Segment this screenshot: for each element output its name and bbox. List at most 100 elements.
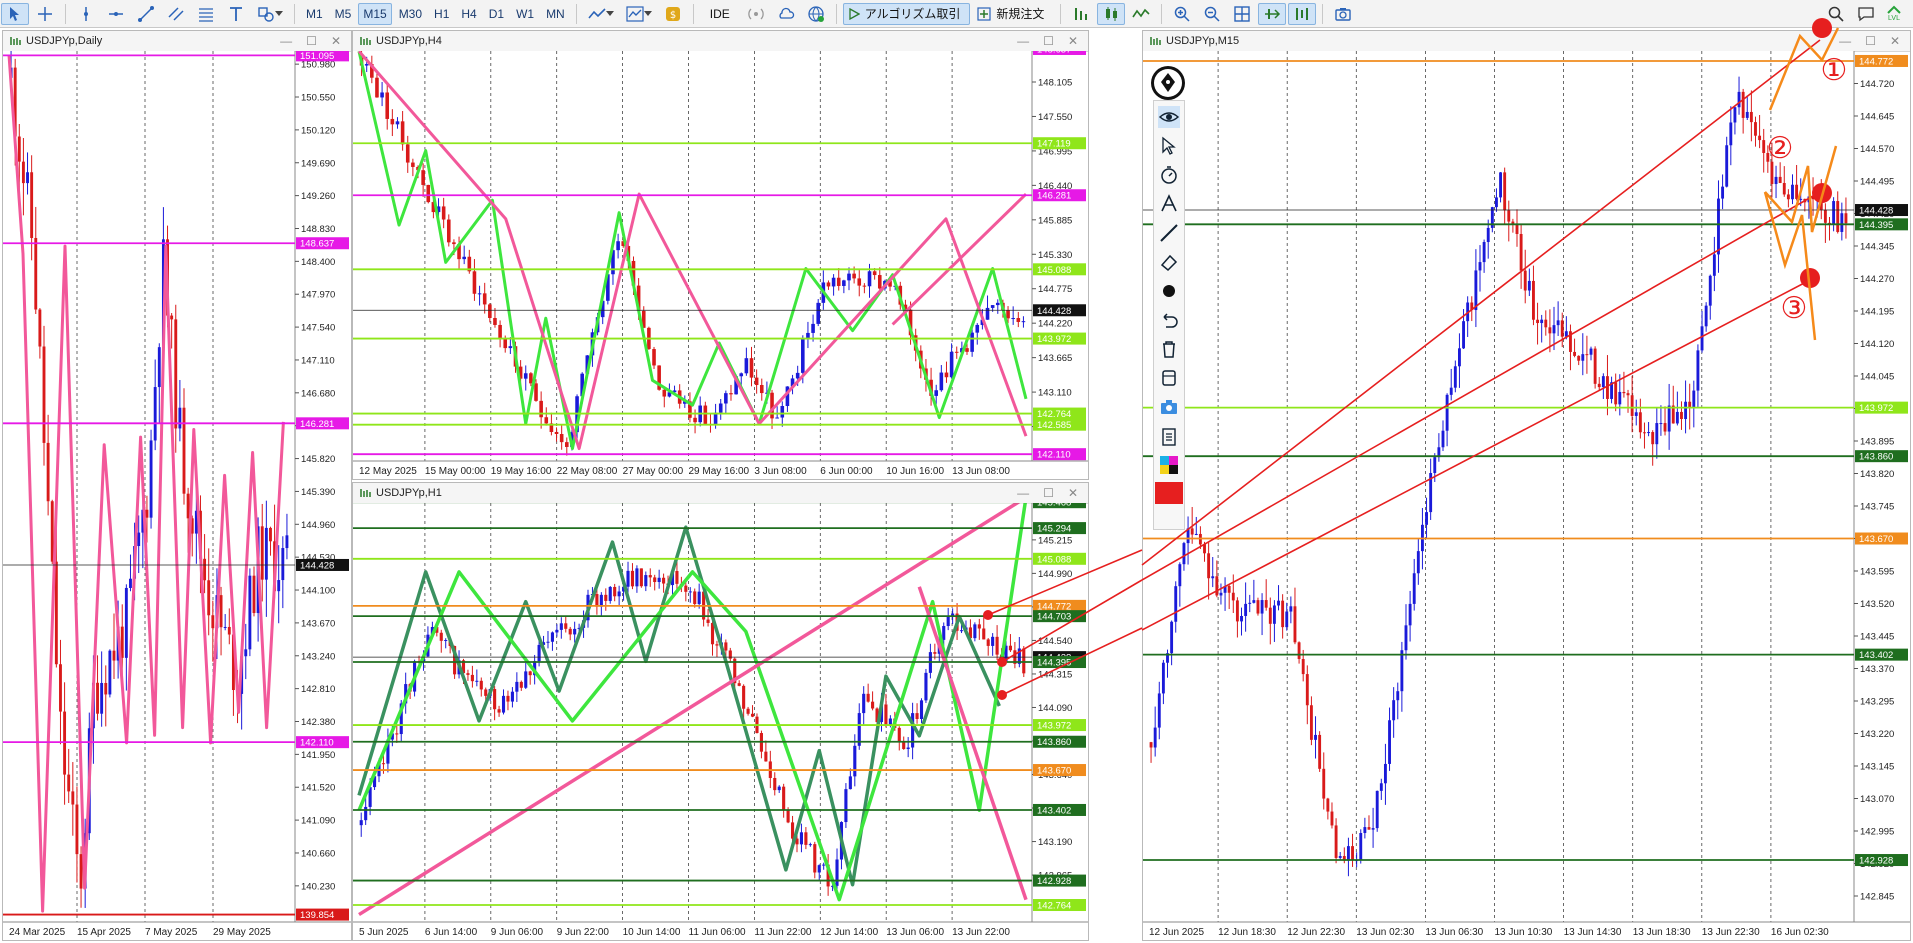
horizontal-line-button[interactable] xyxy=(102,3,130,25)
vps-button[interactable] xyxy=(802,3,830,25)
chart-plot-area[interactable]: 12 May 2025 15 May 00:00 19 May 16:00 22 Ma… xyxy=(353,51,1088,479)
candle-body xyxy=(942,626,946,640)
minimize-icon[interactable]: — xyxy=(280,34,292,48)
market-button[interactable]: $ xyxy=(659,3,687,25)
candle-body xyxy=(1363,827,1367,833)
close-icon[interactable]: ✕ xyxy=(1068,34,1078,48)
close-icon[interactable]: ✕ xyxy=(331,34,341,48)
timeframe-d1-button[interactable]: D1 xyxy=(484,3,509,25)
level-price-label: 142.764 xyxy=(1037,901,1071,912)
chart-window-daily[interactable]: USDJPYp,Daily — ☐ ✕ 24 Mar 2025 15 Apr 20… xyxy=(2,30,352,941)
minimize-icon[interactable]: — xyxy=(1839,34,1851,48)
candle-body xyxy=(380,92,384,98)
candle-body xyxy=(244,649,248,657)
zoom-in-button[interactable] xyxy=(1168,3,1196,25)
text-tool[interactable] xyxy=(1157,192,1181,216)
level-price-label: 148.637 xyxy=(1037,51,1071,55)
color-palette-tool[interactable] xyxy=(1157,453,1181,477)
one-click-trading-button[interactable] xyxy=(1067,3,1095,25)
screenshot-button[interactable] xyxy=(1329,3,1357,25)
candle-body xyxy=(718,403,723,413)
chart-window-h1[interactable]: USDJPYp,H1 — ☐ ✕ 5 Jun 2025 6 Jun 14:00 9 … xyxy=(352,482,1089,941)
chart-type-button[interactable] xyxy=(583,3,619,25)
chart-window-m15[interactable]: USDJPYp,M15 — ☐ ✕ 12 Jun 2025 12 Jun 18:3… xyxy=(1142,30,1911,941)
window-titlebar[interactable]: USDJPYp,H1 — ☐ ✕ xyxy=(353,483,1088,504)
new-order-button[interactable]: 新規注文 xyxy=(972,3,1054,25)
window-titlebar[interactable]: USDJPYp,M15 — ☐ ✕ xyxy=(1143,31,1910,52)
chart-canvas[interactable]: 5 Jun 2025 6 Jun 14:00 9 Jun 06:00 9 Jun 22… xyxy=(353,503,1088,940)
shapes-dropdown-button[interactable] xyxy=(252,3,288,25)
chart-plot-area[interactable]: 5 Jun 2025 6 Jun 14:00 9 Jun 06:00 9 Jun 22… xyxy=(353,503,1088,940)
messages-button[interactable] xyxy=(1852,3,1880,25)
chart-window-h4[interactable]: USDJPYp,H4 — ☐ ✕ 12 May 2025 15 May 00:00… xyxy=(352,30,1089,480)
screenshot-tool[interactable] xyxy=(1157,395,1181,419)
level-price-label: 143.972 xyxy=(1859,403,1893,414)
text-tool-button[interactable] xyxy=(222,3,250,25)
window-titlebar[interactable]: USDJPYp,H4 — ☐ ✕ xyxy=(353,31,1088,52)
visibility-tool[interactable] xyxy=(1157,105,1181,129)
chart-canvas[interactable]: 12 May 2025 15 May 00:00 19 May 16:00 22 Ma… xyxy=(353,51,1088,479)
maximize-icon[interactable]: ☐ xyxy=(306,34,317,48)
chart-plot-area[interactable]: 24 Mar 2025 15 Apr 2025 7 May 2025 29 May 2… xyxy=(3,51,351,940)
timeframe-mn-button[interactable]: MN xyxy=(541,3,570,25)
channel-button[interactable] xyxy=(162,3,190,25)
price-axis-label: 144.720 xyxy=(1860,79,1894,90)
candle-body xyxy=(1606,376,1609,399)
timeframe-w1-button[interactable]: W1 xyxy=(511,3,539,25)
autoscroll-button[interactable] xyxy=(1258,2,1287,25)
vertical-line-button[interactable] xyxy=(72,3,100,25)
candle-body xyxy=(71,791,75,805)
select-tool[interactable] xyxy=(1157,134,1181,158)
signal-button[interactable] xyxy=(742,3,770,25)
time-axis-label: 12 Jun 2025 xyxy=(1149,927,1204,938)
timeframe-m15-button[interactable]: M15 xyxy=(358,2,392,25)
minimize-icon[interactable]: — xyxy=(1017,486,1029,500)
chart-canvas[interactable]: 24 Mar 2025 15 Apr 2025 7 May 2025 29 May 2… xyxy=(3,51,351,940)
timeframe-h1-button[interactable]: H1 xyxy=(429,3,454,25)
maximize-icon[interactable]: ☐ xyxy=(1043,486,1054,500)
chart-shift-button[interactable] xyxy=(1288,2,1317,25)
dot-tool[interactable] xyxy=(1157,279,1181,303)
algo-trading-button[interactable]: アルゴリズム取引 xyxy=(842,2,971,25)
timeframe-h4-button[interactable]: H4 xyxy=(456,3,481,25)
coin-icon: $ xyxy=(665,6,680,21)
window-titlebar[interactable]: USDJPYp,Daily — ☐ ✕ xyxy=(3,31,351,52)
timeframe-m5-button[interactable]: M5 xyxy=(330,3,357,25)
fibonacci-button[interactable] xyxy=(192,3,220,25)
line-tool[interactable] xyxy=(1157,221,1181,245)
candle-body xyxy=(888,718,892,725)
maximize-icon[interactable]: ☐ xyxy=(1865,34,1876,48)
undo-tool[interactable] xyxy=(1157,308,1181,332)
clear-all-tool[interactable] xyxy=(1157,366,1181,390)
cloud-button[interactable] xyxy=(772,3,800,25)
stopwatch-tool[interactable] xyxy=(1157,163,1181,187)
eraser-tool[interactable] xyxy=(1157,250,1181,274)
indicators-button[interactable] xyxy=(621,3,657,25)
trendline-button[interactable] xyxy=(132,3,160,25)
current-color-swatch[interactable] xyxy=(1155,482,1183,504)
candle-body xyxy=(844,789,848,823)
clipboard-tool[interactable] xyxy=(1157,424,1181,448)
signals-lvl-button[interactable]: LVL xyxy=(1882,1,1906,27)
crosshair-tool-button[interactable] xyxy=(31,3,59,25)
cursor-tool-button[interactable] xyxy=(1,2,29,25)
chart-canvas[interactable]: 12 Jun 2025 12 Jun 18:30 12 Jun 22:30 13 Ju… xyxy=(1143,51,1910,940)
candles-button[interactable] xyxy=(1097,2,1126,25)
ide-button[interactable]: IDE xyxy=(700,3,740,25)
candle-body xyxy=(737,683,741,686)
pen-logo[interactable] xyxy=(1151,66,1185,100)
minimize-icon[interactable]: — xyxy=(1017,34,1029,48)
delete-tool[interactable] xyxy=(1157,337,1181,361)
close-icon[interactable]: ✕ xyxy=(1890,34,1900,48)
timeframe-m30-button[interactable]: M30 xyxy=(394,3,427,25)
close-icon[interactable]: ✕ xyxy=(1068,486,1078,500)
price-axis-label: 148.105 xyxy=(1038,78,1072,89)
search-button[interactable] xyxy=(1822,3,1850,25)
timeframe-m1-button[interactable]: M1 xyxy=(301,3,328,25)
chart-plot-area[interactable]: 12 Jun 2025 12 Jun 18:30 12 Jun 22:30 13 Ju… xyxy=(1143,51,1910,940)
line-button[interactable] xyxy=(1127,3,1155,25)
zoom-out-button[interactable] xyxy=(1198,3,1226,25)
maximize-icon[interactable]: ☐ xyxy=(1043,34,1054,48)
tile-windows-button[interactable] xyxy=(1228,3,1256,25)
level-price-label: 143.670 xyxy=(1859,534,1893,545)
